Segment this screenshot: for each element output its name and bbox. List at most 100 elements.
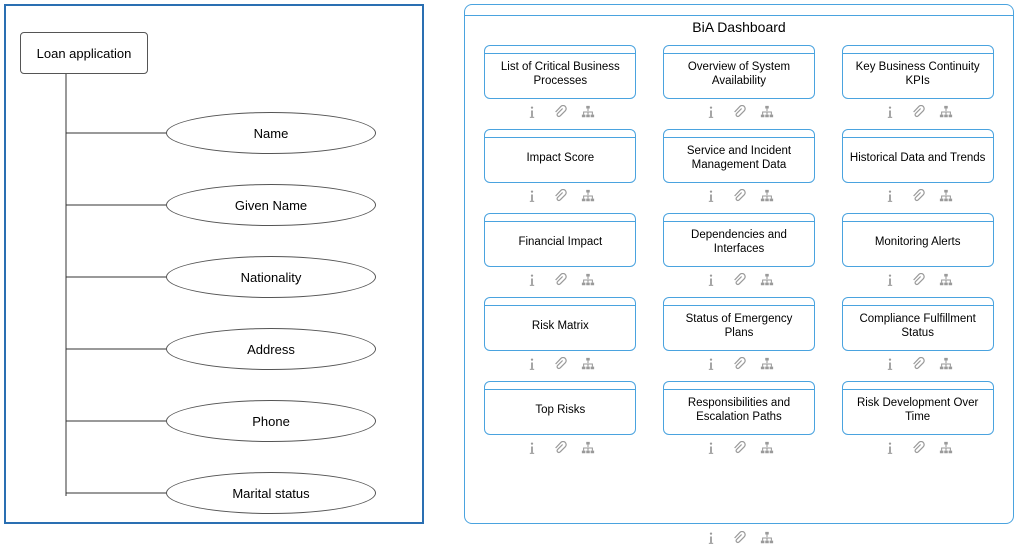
- card-icon-row: [525, 355, 595, 373]
- dashboard-card[interactable]: Overview of System Availability: [662, 45, 817, 121]
- card-label: Impact Score: [526, 151, 594, 165]
- dashboard-card[interactable]: List of Critical Business Processes: [483, 45, 638, 121]
- info-icon[interactable]: [704, 189, 718, 203]
- attachment-icon[interactable]: [732, 531, 746, 545]
- card-label: Overview of System Availability: [670, 60, 808, 89]
- card-icon-row: [525, 271, 595, 289]
- info-icon[interactable]: [883, 357, 897, 371]
- info-icon[interactable]: [883, 441, 897, 455]
- hierarchy-icon[interactable]: [581, 441, 595, 455]
- attachment-icon[interactable]: [732, 273, 746, 287]
- attachment-icon[interactable]: [553, 357, 567, 371]
- entity-attribute-diagram: Loan application Name Given Name Nationa…: [4, 4, 424, 524]
- hierarchy-icon[interactable]: [760, 189, 774, 203]
- hierarchy-icon[interactable]: [760, 273, 774, 287]
- attribute-node: Name: [166, 112, 376, 154]
- dashboard-card[interactable]: Dependencies and Interfaces: [662, 213, 817, 289]
- hierarchy-icon[interactable]: [581, 357, 595, 371]
- card-icon-row: [704, 271, 774, 289]
- info-icon[interactable]: [704, 357, 718, 371]
- card-icon-row: [883, 187, 953, 205]
- dashboard-card[interactable]: Monitoring Alerts: [840, 213, 995, 289]
- dashboard-card[interactable]: Top Risks: [483, 381, 638, 457]
- hierarchy-icon[interactable]: [760, 441, 774, 455]
- card-label: Monitoring Alerts: [875, 235, 961, 249]
- attribute-node: Marital status: [166, 472, 376, 514]
- dashboard-title: BiA Dashboard: [483, 19, 995, 35]
- attribute-label: Given Name: [235, 198, 307, 213]
- dashboard-grid: List of Critical Business Processes Over…: [483, 45, 995, 457]
- hierarchy-icon[interactable]: [760, 531, 774, 545]
- card-label: Service and Incident Management Data: [670, 144, 808, 173]
- attribute-node: Given Name: [166, 184, 376, 226]
- attachment-icon[interactable]: [553, 273, 567, 287]
- attachment-icon[interactable]: [911, 105, 925, 119]
- card-icon-row: [883, 103, 953, 121]
- attribute-label: Phone: [252, 414, 290, 429]
- attribute-node: Address: [166, 328, 376, 370]
- dashboard-card[interactable]: Historical Data and Trends: [840, 129, 995, 205]
- card-icon-row: [525, 439, 595, 457]
- attachment-icon[interactable]: [553, 105, 567, 119]
- info-icon[interactable]: [525, 441, 539, 455]
- hierarchy-icon[interactable]: [939, 189, 953, 203]
- info-icon[interactable]: [525, 357, 539, 371]
- hierarchy-icon[interactable]: [939, 357, 953, 371]
- card-label: Responsibilities and Escalation Paths: [670, 396, 808, 425]
- stray-icon-row: [704, 531, 774, 545]
- dashboard-card[interactable]: Compliance Fulfillment Status: [840, 297, 995, 373]
- card-icon-row: [704, 103, 774, 121]
- dashboard-card[interactable]: Responsibilities and Escalation Paths: [662, 381, 817, 457]
- attachment-icon[interactable]: [732, 105, 746, 119]
- attachment-icon[interactable]: [553, 189, 567, 203]
- attachment-icon[interactable]: [911, 357, 925, 371]
- hierarchy-icon[interactable]: [760, 105, 774, 119]
- attachment-icon[interactable]: [911, 189, 925, 203]
- card-label: Dependencies and Interfaces: [670, 228, 808, 257]
- dashboard-card[interactable]: Impact Score: [483, 129, 638, 205]
- card-icon-row: [883, 271, 953, 289]
- dashboard-card[interactable]: Status of Emergency Plans: [662, 297, 817, 373]
- info-icon[interactable]: [883, 273, 897, 287]
- hierarchy-icon[interactable]: [581, 105, 595, 119]
- hierarchy-icon[interactable]: [939, 273, 953, 287]
- card-label: Key Business Continuity KPIs: [849, 60, 987, 89]
- attribute-label: Name: [254, 126, 289, 141]
- info-icon[interactable]: [525, 273, 539, 287]
- hierarchy-icon[interactable]: [760, 357, 774, 371]
- attachment-icon[interactable]: [911, 273, 925, 287]
- dashboard-card[interactable]: Financial Impact: [483, 213, 638, 289]
- dashboard-card[interactable]: Key Business Continuity KPIs: [840, 45, 995, 121]
- attribute-label: Address: [247, 342, 295, 357]
- info-icon[interactable]: [883, 189, 897, 203]
- card-label: List of Critical Business Processes: [491, 60, 629, 89]
- info-icon[interactable]: [704, 273, 718, 287]
- card-icon-row: [883, 355, 953, 373]
- dashboard-card[interactable]: Service and Incident Management Data: [662, 129, 817, 205]
- info-icon[interactable]: [704, 105, 718, 119]
- card-label: Historical Data and Trends: [850, 151, 986, 165]
- hierarchy-icon[interactable]: [939, 105, 953, 119]
- info-icon[interactable]: [525, 189, 539, 203]
- card-label: Compliance Fulfillment Status: [849, 312, 987, 341]
- info-icon[interactable]: [704, 441, 718, 455]
- attachment-icon[interactable]: [732, 441, 746, 455]
- dashboard-card[interactable]: Risk Development Over Time: [840, 381, 995, 457]
- info-icon[interactable]: [883, 105, 897, 119]
- attachment-icon[interactable]: [911, 441, 925, 455]
- card-icon-row: [525, 103, 595, 121]
- attribute-label: Nationality: [241, 270, 302, 285]
- card-label: Financial Impact: [518, 235, 602, 249]
- hierarchy-icon[interactable]: [581, 189, 595, 203]
- attribute-node: Nationality: [166, 256, 376, 298]
- hierarchy-icon[interactable]: [939, 441, 953, 455]
- attachment-icon[interactable]: [732, 189, 746, 203]
- info-icon[interactable]: [704, 531, 718, 545]
- dashboard-card[interactable]: Risk Matrix: [483, 297, 638, 373]
- attachment-icon[interactable]: [553, 441, 567, 455]
- hierarchy-icon[interactable]: [581, 273, 595, 287]
- info-icon[interactable]: [525, 105, 539, 119]
- card-icon-row: [704, 187, 774, 205]
- attachment-icon[interactable]: [732, 357, 746, 371]
- card-label: Top Risks: [535, 403, 585, 417]
